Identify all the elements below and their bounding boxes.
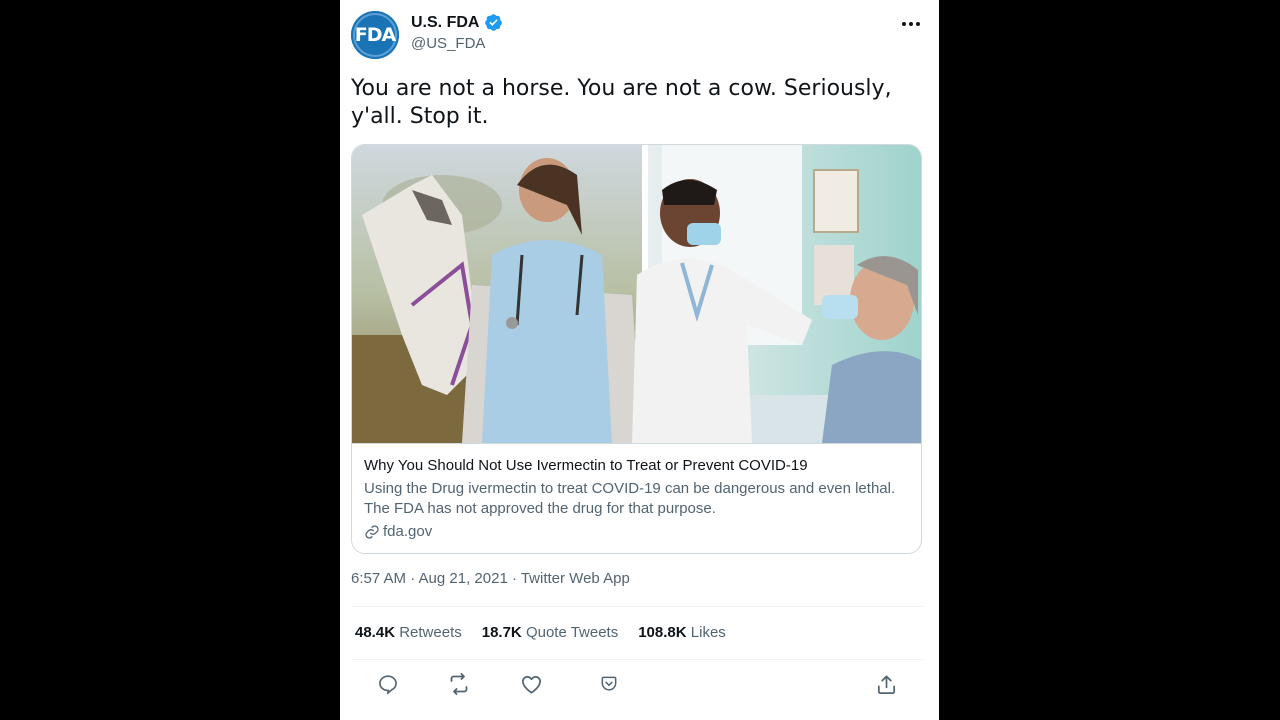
more-icon[interactable]	[899, 12, 923, 36]
likes-stat[interactable]: 108.8K Likes	[638, 624, 726, 641]
retweets-stat[interactable]: 48.4K Retweets	[355, 624, 462, 641]
retweet-icon	[450, 673, 468, 695]
quote-tweets-count: 18.7K	[481, 624, 522, 641]
card-body[interactable]: Why You Should Not Use Ivermectin to Tre…	[352, 443, 921, 553]
share-button[interactable]	[870, 668, 902, 700]
like-icon	[521, 675, 541, 694]
bookmark-button[interactable]	[593, 668, 625, 700]
share-icon	[877, 674, 895, 694]
card-domain: fda.gov	[364, 523, 432, 540]
avatar[interactable]: FDA	[351, 11, 399, 59]
reply-button[interactable]	[372, 668, 404, 700]
link-icon	[365, 524, 379, 539]
card-domain-text: fda.gov	[383, 523, 433, 540]
likes-label: Likes	[690, 624, 726, 641]
tweet-text: You are not a horse. You are not a cow. …	[351, 76, 892, 129]
divider	[351, 606, 923, 607]
retweets-label: Retweets	[399, 624, 462, 641]
tweet-timestamp[interactable]: 6:57 AM · Aug 21, 2021 · Twitter Web App	[351, 570, 630, 587]
verified-badge-icon	[485, 14, 503, 31]
link-card[interactable]: Why You Should Not Use Ivermectin to Tre…	[351, 144, 922, 554]
card-description: Using the Drug ivermectin to treat COVID…	[364, 480, 896, 517]
handle[interactable]: @US_FDA	[411, 35, 485, 52]
action-bar	[340, 668, 939, 700]
retweets-count: 48.4K	[355, 624, 396, 641]
avatar-logo-text: FDA	[354, 24, 396, 46]
author-name-row: U.S. FDA	[411, 13, 503, 32]
engagement-stats: 48.4K Retweets 18.7K Quote Tweets 108.8K…	[355, 624, 746, 641]
retweet-button[interactable]	[443, 668, 475, 700]
card-title: Why You Should Not Use Ivermectin to Tre…	[364, 457, 808, 474]
reply-icon	[379, 675, 397, 695]
quote-tweets-label: Quote Tweets	[525, 624, 619, 641]
likes-count: 108.8K	[638, 624, 687, 641]
display-name[interactable]: U.S. FDA	[411, 14, 479, 32]
divider	[351, 659, 923, 660]
bookmark-icon	[601, 676, 617, 691]
tweet-panel: FDA U.S. FDA @US_FDA You are not a horse…	[340, 0, 939, 720]
card-image[interactable]	[352, 145, 921, 443]
like-button[interactable]	[515, 668, 547, 700]
quote-tweets-stat[interactable]: 18.7K Quote Tweets	[482, 624, 618, 641]
